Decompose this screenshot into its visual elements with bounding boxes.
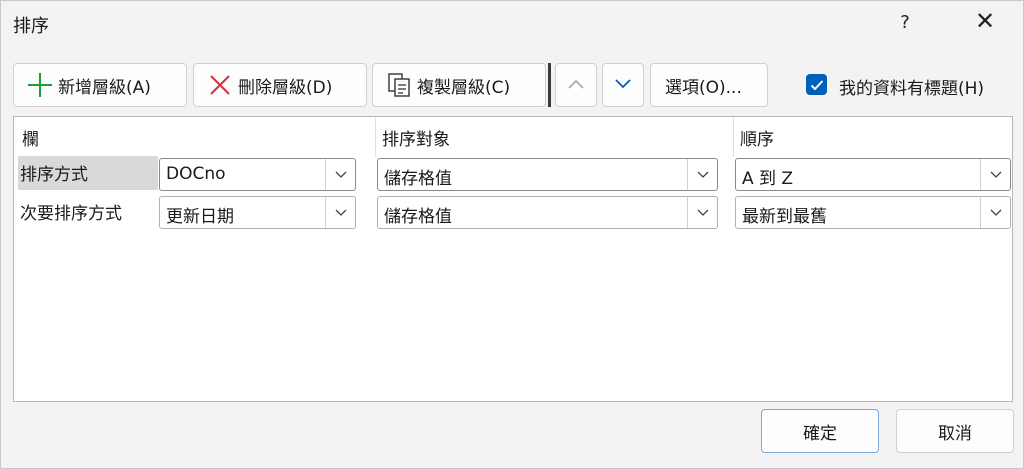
chevron-down-icon[interactable] [325,159,355,190]
options-label: 選項(O)... [665,77,742,98]
row1-order-value: A 到 Z [742,169,794,189]
ok-button[interactable]: 確定 [761,409,879,453]
column-divider [375,117,376,157]
chevron-down-icon[interactable] [687,197,717,228]
row1-sort-on-value: 儲存格值 [384,169,452,189]
toolbar-divider [548,63,551,107]
chevron-down-icon [614,75,632,95]
row2-column-value: 更新日期 [166,207,234,227]
copy-level-button[interactable]: 複製層級(C) [372,63,546,107]
chevron-down-icon[interactable] [687,159,717,190]
sort-dialog: 排序 ? ✕ 新增層級(A) 刪除層級(D) 複製層級(C) 選項(O)... … [0,0,1024,469]
row-label-sort-by[interactable]: 排序方式 [18,156,158,190]
add-level-button[interactable]: 新增層級(A) [13,63,187,107]
delete-level-label: 刪除層級(D) [238,77,333,98]
row-label-then-by[interactable]: 次要排序方式 [18,195,158,229]
options-button[interactable]: 選項(O)... [650,63,768,107]
column-divider [733,117,734,157]
row1-sort-on-select[interactable]: 儲存格值 [377,158,718,191]
column-header-order: 順序 [740,130,774,150]
chevron-down-icon[interactable] [325,197,355,228]
row2-sort-on-select[interactable]: 儲存格值 [377,196,718,229]
copy-level-label: 複製層級(C) [417,77,511,98]
column-header-column: 欄 [22,130,39,150]
row2-order-select[interactable]: 最新到最舊 [735,196,1011,229]
chevron-down-icon[interactable] [980,159,1010,190]
sort-levels-grid: 欄 排序對象 順序 排序方式 DOCno 儲存格值 A 到 Z 次要排序方式 更… [13,116,1013,402]
chevron-down-icon[interactable] [980,197,1010,228]
title-bar: 排序 ? ✕ [1,1,1023,47]
chevron-up-icon [567,75,585,95]
row2-column-select[interactable]: 更新日期 [159,196,356,229]
move-down-button[interactable] [602,63,644,107]
delete-level-button[interactable]: 刪除層級(D) [193,63,367,107]
column-header-sort-on: 排序對象 [382,130,450,150]
row2-order-value: 最新到最舊 [742,207,827,227]
row1-column-value: DOCno [166,164,226,184]
help-button[interactable]: ? [885,12,925,33]
row1-column-select[interactable]: DOCno [159,158,356,191]
cancel-button[interactable]: 取消 [896,409,1014,453]
close-button[interactable]: ✕ [965,7,1005,35]
copy-icon [385,71,413,99]
delete-x-icon [206,71,234,99]
move-up-button[interactable] [555,63,597,107]
row1-order-select[interactable]: A 到 Z [735,158,1011,191]
dialog-title: 排序 [13,16,49,37]
has-headers-checkbox[interactable] [806,74,827,95]
checkmark-icon [810,79,823,90]
has-headers-label[interactable]: 我的資料有標題(H) [839,74,984,99]
plus-icon [26,71,54,99]
row2-sort-on-value: 儲存格值 [384,207,452,227]
add-level-label: 新增層級(A) [58,77,151,98]
